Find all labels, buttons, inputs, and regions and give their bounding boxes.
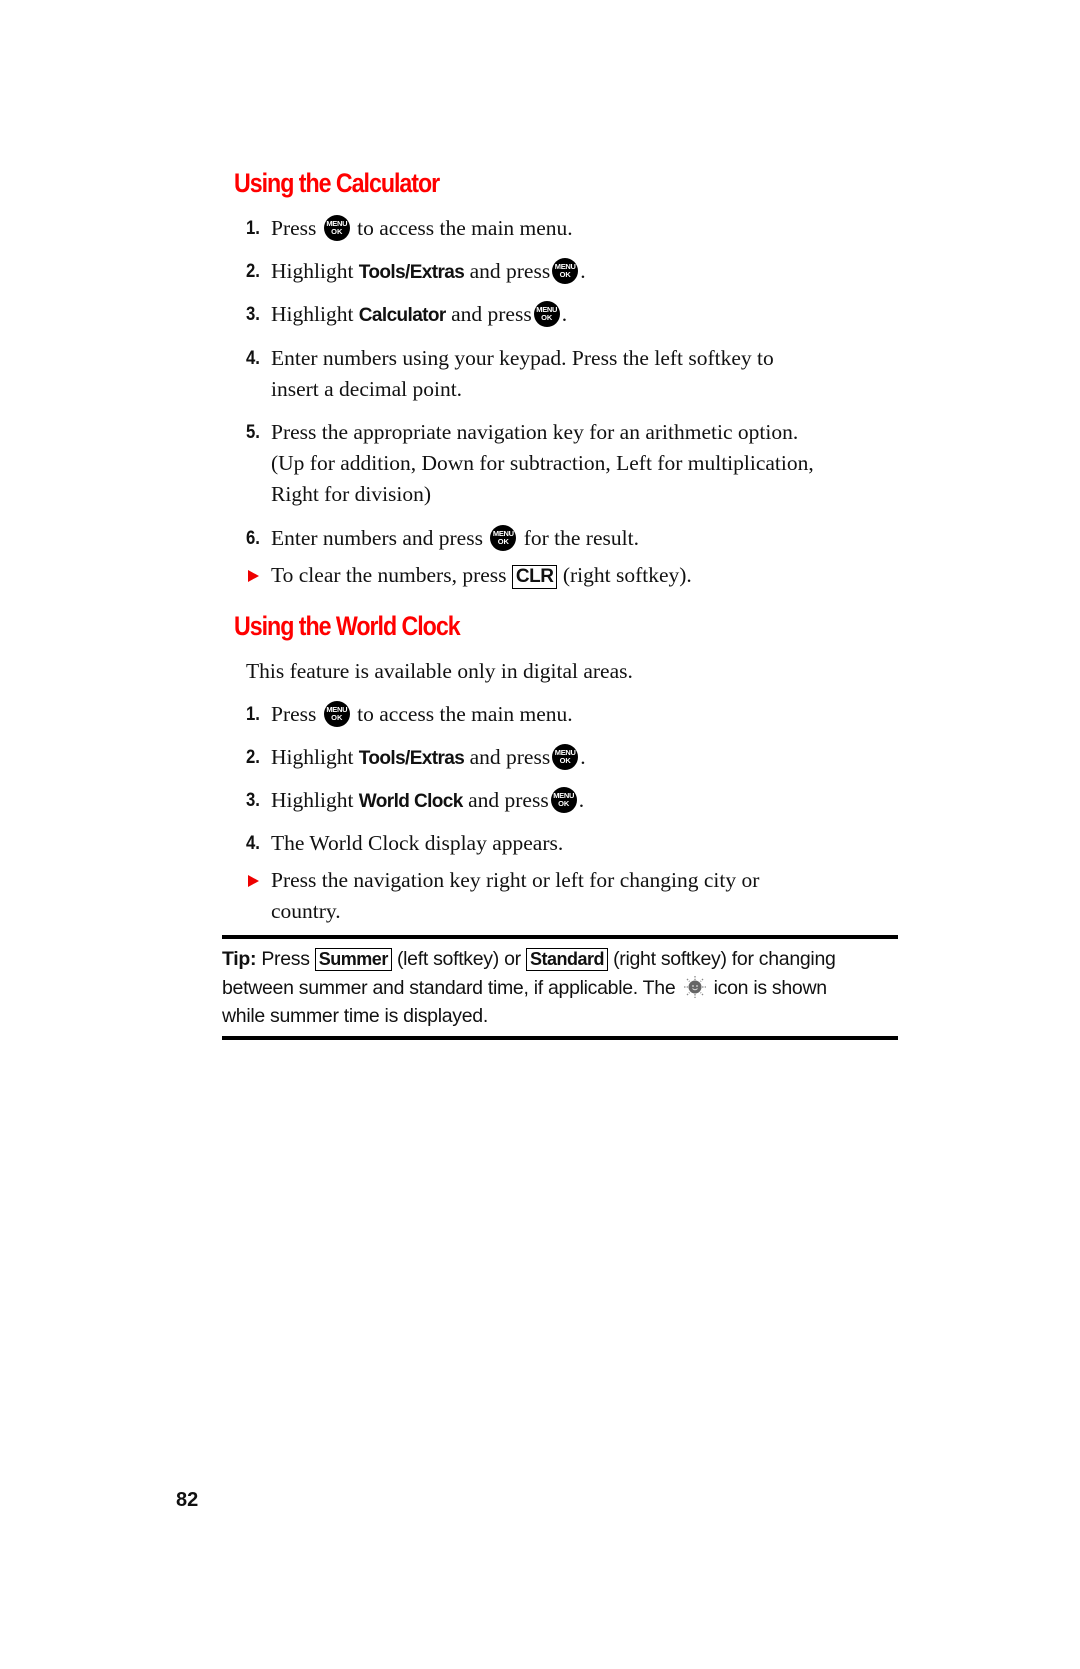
summer-time-sun-icon: [683, 975, 706, 998]
step-text: for the result.: [523, 526, 639, 550]
step-text: Highlight: [271, 745, 354, 769]
step-text: Highlight: [271, 259, 354, 283]
red-triangle-bullet-icon: [248, 875, 259, 887]
menu-ok-key-icon: MENU OK: [490, 525, 517, 551]
step-number: 4.: [246, 833, 260, 854]
step-text: and press: [468, 788, 549, 812]
standard-softkey-label: Standard: [525, 948, 608, 971]
bullet-text: To clear the numbers, press: [271, 563, 507, 587]
page-number: 82: [176, 1489, 199, 1511]
step-text: Press the appropriate navigation key for…: [271, 420, 799, 444]
step-number: 6.: [246, 528, 260, 549]
tip-box: Tip: Press Summer (left softkey) or Stan…: [222, 948, 836, 1027]
step-text: insert a decimal point.: [271, 377, 463, 401]
manual-page: Using the Calculator 1. Press MENU OK to …: [0, 0, 1080, 1669]
step-text: and press: [451, 302, 532, 326]
step-text: Highlight: [271, 302, 354, 326]
step-text: Press: [271, 216, 317, 240]
tip-label: Tip:: [222, 948, 257, 970]
menu-item-name: World Clock: [358, 791, 464, 812]
step-number: 1.: [246, 704, 260, 725]
step-text: The World Clock display appears.: [271, 831, 564, 855]
step-text: and press: [469, 745, 551, 769]
step-text: (Up for addition, Down for subtraction, …: [271, 451, 814, 475]
step-text: to access the main menu.: [357, 216, 573, 240]
step-text: and press: [469, 259, 551, 283]
step-number: 3.: [246, 790, 260, 811]
step-number: 3.: [246, 304, 260, 325]
menu-ok-key-icon: MENU OK: [552, 258, 579, 284]
menu-item-name: Calculator: [358, 305, 447, 326]
menu-ok-key-icon: MENU OK: [533, 301, 560, 327]
step-text: Enter numbers and press: [271, 526, 483, 550]
step-number: 5.: [246, 422, 260, 443]
red-triangle-bullet-icon: [248, 570, 259, 582]
tip-bottom-rule: [222, 1036, 898, 1040]
tip-top-rule: [222, 935, 898, 939]
clr-softkey-label: CLR: [511, 565, 558, 589]
menu-ok-key-icon: MENU OK: [552, 744, 579, 770]
bullet-text: (right softkey).: [562, 563, 692, 587]
menu-item-name: Tools/Extras: [358, 262, 465, 283]
step-text: Press: [271, 702, 317, 726]
menu-ok-key-icon: MENU OK: [550, 787, 577, 813]
section-heading-world-clock: Using the World Clock: [234, 611, 461, 641]
menu-ok-key-icon: MENU OK: [323, 701, 350, 727]
menu-ok-key-icon: MENU OK: [323, 215, 350, 241]
step-text: Highlight: [271, 788, 354, 812]
summer-softkey-label: Summer: [314, 948, 392, 971]
step-text: Right for division): [271, 482, 432, 506]
step-text: Enter numbers using your keypad. Press t…: [271, 346, 774, 370]
step-number: 4.: [246, 348, 260, 369]
section-heading-calculator: Using the Calculator: [234, 168, 440, 198]
step-text: to access the main menu.: [357, 702, 573, 726]
section-intro: This feature is available only in digita…: [246, 659, 633, 683]
step-number: 2.: [246, 261, 260, 282]
bullet-text: Press the navigation key right or left f…: [271, 868, 760, 892]
step-number: 1.: [246, 218, 260, 239]
menu-item-name: Tools/Extras: [358, 748, 465, 769]
bullet-text: country.: [271, 899, 341, 923]
step-number: 2.: [246, 747, 260, 768]
